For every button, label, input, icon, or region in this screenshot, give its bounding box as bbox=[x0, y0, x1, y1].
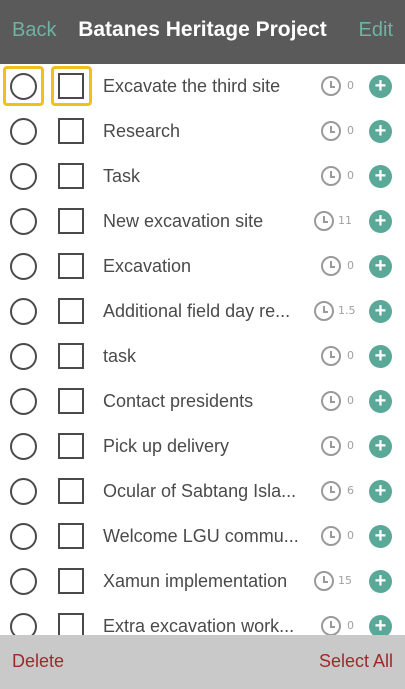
add-icon[interactable]: + bbox=[369, 75, 392, 98]
time-count: 0 bbox=[347, 349, 354, 362]
time-count: 0 bbox=[347, 619, 354, 632]
task-checkbox[interactable] bbox=[58, 613, 84, 635]
task-row[interactable]: Ocular of Sabtang Isla... 6 + bbox=[0, 471, 405, 516]
time-count: 15 bbox=[338, 574, 352, 587]
task-radio[interactable] bbox=[10, 568, 37, 595]
clock-icon bbox=[321, 256, 341, 276]
add-icon[interactable]: + bbox=[369, 390, 392, 413]
task-checkbox[interactable] bbox=[58, 118, 84, 144]
task-row[interactable]: Pick up delivery 0 + bbox=[0, 426, 405, 471]
task-radio[interactable] bbox=[10, 73, 37, 100]
time-count: 6 bbox=[347, 484, 354, 497]
add-icon[interactable]: + bbox=[369, 210, 392, 233]
delete-button[interactable]: Delete bbox=[12, 651, 64, 672]
clock-icon bbox=[321, 76, 341, 96]
clock-icon bbox=[321, 346, 341, 366]
time-count: 0 bbox=[347, 169, 354, 182]
clock-icon bbox=[321, 526, 341, 546]
time-count: 0 bbox=[347, 529, 354, 542]
add-icon[interactable]: + bbox=[369, 120, 392, 143]
task-label: Excavate the third site bbox=[103, 76, 281, 96]
time-count: 0 bbox=[347, 259, 354, 272]
task-row[interactable]: Contact presidents 0 + bbox=[0, 381, 405, 426]
add-icon[interactable]: + bbox=[369, 480, 392, 503]
clock-icon bbox=[321, 166, 341, 186]
task-row[interactable]: Task 0 + bbox=[0, 156, 405, 201]
task-label: task bbox=[103, 346, 137, 366]
task-label: New excavation site bbox=[103, 211, 264, 231]
add-icon[interactable]: + bbox=[369, 165, 392, 188]
bottom-bar: Delete Select All bbox=[0, 635, 405, 689]
task-label: Pick up delivery bbox=[103, 436, 230, 456]
task-label: Additional field day re... bbox=[103, 301, 291, 321]
time-count: 1.5 bbox=[338, 304, 356, 317]
task-checkbox[interactable] bbox=[58, 478, 84, 504]
task-label: Contact presidents bbox=[103, 391, 254, 411]
clock-icon bbox=[321, 616, 341, 635]
task-radio[interactable] bbox=[10, 208, 37, 235]
task-radio[interactable] bbox=[10, 118, 37, 145]
add-icon[interactable]: + bbox=[369, 525, 392, 548]
task-row[interactable]: Extra excavation work... 0 + bbox=[0, 606, 405, 635]
add-icon[interactable]: + bbox=[369, 300, 392, 323]
time-count: 11 bbox=[338, 214, 352, 227]
add-icon[interactable]: + bbox=[369, 255, 392, 278]
task-row[interactable]: Xamun implementation 15 + bbox=[0, 561, 405, 606]
task-checkbox[interactable] bbox=[58, 343, 84, 369]
task-checkbox[interactable] bbox=[58, 298, 84, 324]
task-checkbox[interactable] bbox=[58, 253, 84, 279]
task-label: Extra excavation work... bbox=[103, 616, 295, 635]
task-radio[interactable] bbox=[10, 478, 37, 505]
page-title: Batanes Heritage Project bbox=[78, 18, 327, 41]
add-icon[interactable]: + bbox=[369, 435, 392, 458]
add-icon[interactable]: + bbox=[369, 615, 392, 635]
time-count: 0 bbox=[347, 124, 354, 137]
add-icon[interactable]: + bbox=[369, 345, 392, 368]
task-row[interactable]: Additional field day re... 1.5 + bbox=[0, 291, 405, 336]
clock-icon bbox=[321, 481, 341, 501]
task-radio[interactable] bbox=[10, 163, 37, 190]
clock-icon bbox=[321, 391, 341, 411]
time-count: 0 bbox=[347, 439, 354, 452]
task-label: Excavation bbox=[103, 256, 192, 276]
clock-icon bbox=[321, 121, 341, 141]
task-radio[interactable] bbox=[10, 298, 37, 325]
task-radio[interactable] bbox=[10, 343, 37, 370]
top-bar: Back Batanes Heritage Project Edit bbox=[0, 0, 405, 64]
task-list: Excavate the third site 0 + Research 0 + Task 0… bbox=[0, 64, 405, 635]
task-label: Research bbox=[103, 121, 181, 141]
task-row[interactable]: Excavation 0 + bbox=[0, 246, 405, 291]
clock-icon bbox=[321, 436, 341, 456]
task-row[interactable]: Research 0 + bbox=[0, 111, 405, 156]
clock-icon bbox=[314, 571, 334, 591]
task-checkbox[interactable] bbox=[58, 523, 84, 549]
add-icon[interactable]: + bbox=[369, 570, 392, 593]
task-row[interactable]: Excavate the third site 0 + bbox=[0, 66, 405, 111]
task-radio[interactable] bbox=[10, 253, 37, 280]
edit-button[interactable]: Edit bbox=[359, 19, 393, 42]
task-radio[interactable] bbox=[10, 523, 37, 550]
task-radio[interactable] bbox=[10, 388, 37, 415]
task-label: Welcome LGU commu... bbox=[103, 526, 299, 546]
task-radio[interactable] bbox=[10, 433, 37, 460]
task-label: Xamun implementation bbox=[103, 571, 288, 591]
task-row[interactable]: task 0 + bbox=[0, 336, 405, 381]
task-checkbox[interactable] bbox=[58, 388, 84, 414]
task-label: Task bbox=[103, 166, 141, 186]
task-checkbox[interactable] bbox=[58, 433, 84, 459]
task-row[interactable]: Welcome LGU commu... 0 + bbox=[0, 516, 405, 561]
task-checkbox[interactable] bbox=[58, 163, 84, 189]
task-row[interactable]: New excavation site 11 + bbox=[0, 201, 405, 246]
task-radio[interactable] bbox=[10, 613, 37, 635]
task-checkbox[interactable] bbox=[58, 568, 84, 594]
time-count: 0 bbox=[347, 394, 354, 407]
task-checkbox[interactable] bbox=[58, 73, 84, 99]
time-count: 0 bbox=[347, 79, 354, 92]
clock-icon bbox=[314, 301, 334, 321]
task-checkbox[interactable] bbox=[58, 208, 84, 234]
task-label: Ocular of Sabtang Isla... bbox=[103, 481, 297, 501]
select-all-button[interactable]: Select All bbox=[319, 651, 393, 672]
clock-icon bbox=[314, 211, 334, 231]
